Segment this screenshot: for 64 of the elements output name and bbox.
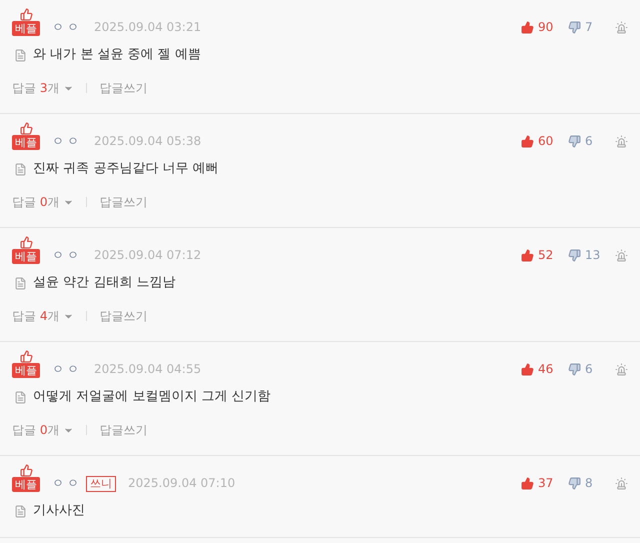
dislike-count: 8	[585, 475, 594, 492]
like-count: 60	[538, 133, 554, 150]
dislike-icon[interactable]	[568, 476, 581, 490]
like-icon[interactable]	[521, 134, 534, 148]
comment-date: 2025.09.04 04:55	[94, 361, 202, 378]
comment-date: 2025.09.04 03:21	[94, 19, 202, 36]
dislike-count: 6	[585, 361, 594, 378]
like-icon[interactable]	[521, 248, 534, 262]
replies-toggle[interactable]: 답글 4개	[12, 307, 74, 325]
nickname[interactable]: ㅇㅇ	[52, 18, 82, 36]
replies-toggle[interactable]: 답글 0개	[12, 193, 74, 211]
author-tag: 쓰니	[86, 476, 116, 492]
dislike-icon[interactable]	[568, 134, 581, 148]
like-icon[interactable]	[521, 20, 534, 34]
like-count: 37	[538, 475, 554, 492]
document-icon	[14, 162, 27, 176]
nickname[interactable]: ㅇㅇ	[52, 474, 82, 492]
best-badge: 베플	[12, 363, 40, 378]
like-count: 90	[538, 19, 554, 36]
comment-date: 2025.09.04 07:10	[128, 475, 236, 492]
document-icon	[14, 390, 27, 404]
thumbs-up-icon	[20, 350, 32, 363]
write-reply-link[interactable]: 답글쓰기	[99, 193, 148, 211]
thumbs-up-icon	[20, 122, 32, 135]
write-reply-link[interactable]: 답글쓰기	[99, 79, 148, 97]
like-icon[interactable]	[521, 362, 534, 376]
comment-text: 설윤 약간 김태희 느낌남	[33, 274, 176, 292]
like-icon[interactable]	[521, 476, 534, 490]
nickname[interactable]: ㅇㅇ	[52, 246, 82, 264]
document-icon	[14, 504, 27, 518]
write-reply-link[interactable]: 답글쓰기	[99, 307, 148, 325]
write-reply-link[interactable]: 답글쓰기	[99, 421, 148, 439]
dislike-icon[interactable]	[568, 362, 581, 376]
nickname[interactable]: ㅇㅇ	[52, 360, 82, 378]
report-icon[interactable]	[615, 476, 628, 490]
dislike-icon[interactable]	[568, 248, 581, 262]
nickname[interactable]: ㅇㅇ	[52, 132, 82, 150]
best-badge: 베플	[12, 477, 40, 492]
dislike-count: 6	[585, 133, 594, 150]
report-icon[interactable]	[615, 134, 628, 148]
best-badge: 베플	[12, 21, 40, 36]
like-count: 52	[538, 247, 554, 264]
dislike-count: 13	[585, 247, 602, 264]
like-count: 46	[538, 361, 554, 378]
best-badge: 베플	[12, 249, 40, 264]
document-icon	[14, 48, 27, 62]
comment-date: 2025.09.04 05:38	[94, 133, 202, 150]
report-icon[interactable]	[615, 248, 628, 262]
comment-date: 2025.09.04 07:12	[94, 247, 202, 264]
comment-text: 와 내가 본 설윤 중에 젤 예쁨	[33, 46, 201, 64]
comment-text: 기사사진	[33, 502, 85, 520]
report-icon[interactable]	[615, 20, 628, 34]
comment-text: 진짜 귀족 공주님같다 너무 예뻐	[33, 160, 219, 178]
document-icon	[14, 276, 27, 290]
thumbs-up-icon	[20, 464, 32, 477]
dislike-count: 7	[585, 19, 594, 36]
thumbs-up-icon	[20, 8, 32, 21]
comment-text: 어떻게 저얼굴에 보컬멤이지 그게 신기함	[33, 388, 271, 406]
report-icon[interactable]	[615, 362, 628, 376]
replies-toggle[interactable]: 답글 3개	[12, 79, 74, 97]
best-badge: 베플	[12, 135, 40, 150]
thumbs-up-icon	[20, 236, 32, 249]
dislike-icon[interactable]	[568, 20, 581, 34]
replies-toggle[interactable]: 답글 0개	[12, 421, 74, 439]
